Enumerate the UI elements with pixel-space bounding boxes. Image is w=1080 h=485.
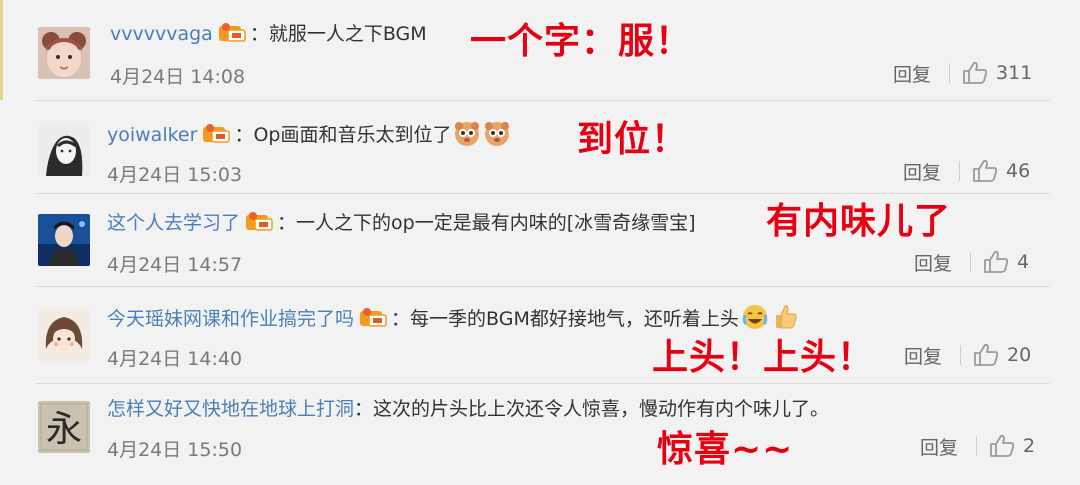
- action-divider: [959, 161, 961, 181]
- thumbs-up-icon[interactable]: [983, 250, 1009, 274]
- annotation-text: 一个字：服！: [470, 21, 693, 62]
- thumbs-up-icon[interactable]: [972, 159, 998, 183]
- comment-text: 一人之下的op一定是最有内味的[冰雪奇缘雪宝]: [296, 212, 696, 234]
- comment-actions: 回复 20: [904, 341, 1031, 369]
- thumbs-up-icon[interactable]: [973, 343, 999, 367]
- like-count: 4: [1017, 251, 1030, 273]
- avatar[interactable]: [38, 309, 90, 361]
- comment-text: 这次的片头比上次还令人惊喜，慢动作有内个味儿了。: [373, 398, 830, 420]
- colon: ：: [234, 124, 254, 146]
- like-count: 20: [1007, 344, 1032, 366]
- username-link[interactable]: 这个人去学习了: [107, 212, 240, 234]
- avatar[interactable]: [38, 214, 90, 266]
- annotation-text: 上头！上头！: [652, 337, 875, 378]
- vip-badge-icon[interactable]: [217, 21, 247, 43]
- comment-list: vvvvvvaga ：就服一人之下BGM 4月24日 14:08 回复 311 一…: [0, 0, 1080, 485]
- comment-line: yoiwalker ：Op画面和音乐太到位了: [107, 119, 511, 148]
- avatar[interactable]: [38, 124, 90, 176]
- action-divider: [960, 345, 962, 365]
- thumbs-up-icon[interactable]: [962, 61, 988, 85]
- doge-emoji-icon: [483, 119, 511, 147]
- comment-actions: 回复 4: [914, 248, 1029, 276]
- like-count: 46: [1006, 160, 1031, 182]
- action-divider: [976, 436, 978, 456]
- avatar[interactable]: 永: [38, 401, 90, 453]
- colon: ：: [354, 398, 374, 420]
- comment-text: 每一季的BGM都好接地气，还听着上头: [410, 308, 739, 330]
- comment-date: 4月24日 14:40: [107, 348, 243, 370]
- annotation-text: 有内味儿了: [766, 201, 952, 242]
- like-count: 2: [1023, 435, 1036, 457]
- colon: ：: [249, 23, 269, 45]
- thumbs-up-icon[interactable]: [989, 434, 1015, 458]
- avatar[interactable]: [38, 27, 90, 79]
- like-count: 311: [996, 62, 1033, 84]
- comment-line: vvvvvvaga ：就服一人之下BGM: [110, 21, 427, 47]
- comment-date: 4月24日 14:08: [110, 66, 246, 88]
- annotation-text: 惊喜~~: [657, 429, 794, 470]
- vip-badge-icon[interactable]: [201, 122, 231, 144]
- comment-line: 怎样又好又快地在地球上打洞：这次的片头比上次还令人惊喜，慢动作有内个味儿了。: [107, 396, 829, 422]
- comment-actions: 回复 2: [920, 432, 1035, 460]
- thumbs-up-emoji-icon: [771, 303, 799, 331]
- comment-actions: 回复 311: [893, 59, 1032, 87]
- reply-button[interactable]: 回复: [893, 60, 931, 87]
- comment-actions: 回复 46: [903, 157, 1030, 185]
- vip-badge-icon[interactable]: [244, 210, 274, 232]
- username-link[interactable]: 今天瑶妹网课和作业搞完了吗: [107, 308, 354, 330]
- reply-button[interactable]: 回复: [903, 158, 941, 185]
- vip-badge-icon[interactable]: [358, 306, 388, 328]
- annotation-text: 到位！: [577, 119, 689, 160]
- laugh-cry-emoji-icon: [741, 303, 769, 331]
- comment-date: 4月24日 15:03: [107, 164, 243, 186]
- colon: ：: [277, 212, 297, 234]
- comment-line: 这个人去学习了 ：一人之下的op一定是最有内味的[冰雪奇缘雪宝]: [107, 210, 696, 236]
- action-divider: [949, 63, 951, 83]
- username-link[interactable]: 怎样又好又快地在地球上打洞: [107, 398, 354, 420]
- doge-emoji-icon: [453, 119, 481, 147]
- comment-date: 4月24日 15:50: [107, 439, 243, 461]
- colon: ：: [391, 308, 411, 330]
- reply-button[interactable]: 回复: [920, 433, 958, 460]
- comment-text: 就服一人之下BGM: [268, 23, 427, 45]
- username-link[interactable]: vvvvvvaga: [110, 23, 213, 45]
- username-link[interactable]: yoiwalker: [107, 124, 197, 146]
- reply-button[interactable]: 回复: [904, 342, 942, 369]
- comment-line: 今天瑶妹网课和作业搞完了吗 ：每一季的BGM都好接地气，还听着上头: [107, 303, 799, 332]
- avatar-glyph: 永: [46, 409, 82, 450]
- action-divider: [970, 252, 972, 272]
- reply-button[interactable]: 回复: [914, 249, 952, 276]
- comment-text: Op画面和音乐太到位了: [253, 124, 452, 146]
- comment-date: 4月24日 14:57: [107, 254, 243, 276]
